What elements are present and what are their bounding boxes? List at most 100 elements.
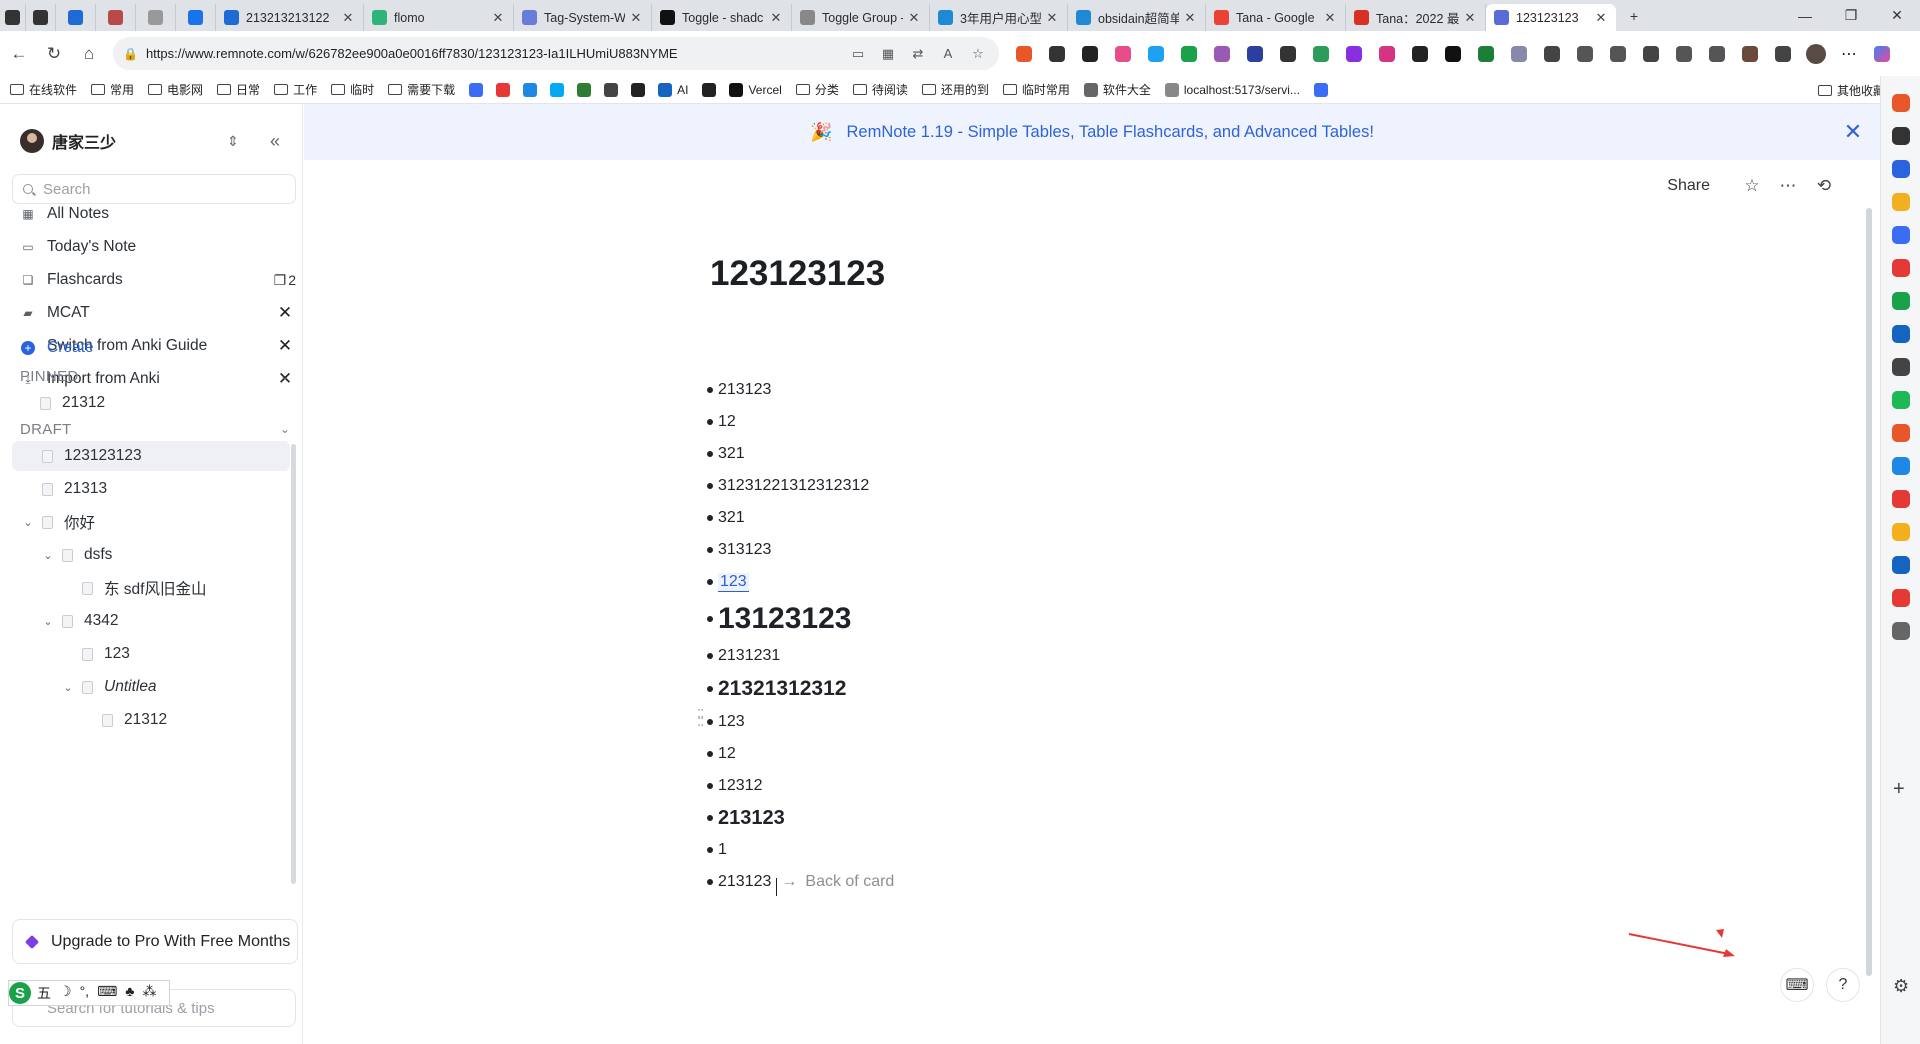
draft-doc[interactable]: 21312 — [12, 705, 290, 735]
block-text[interactable]: 1 — [718, 841, 727, 859]
tab-close-icon[interactable]: ✕ — [629, 10, 643, 26]
bookmark-link[interactable] — [577, 82, 596, 97]
star-icon[interactable]: ☆ — [1736, 176, 1768, 196]
extension-icon[interactable] — [1076, 40, 1104, 68]
bookmark-folder[interactable]: 工作 — [274, 81, 317, 98]
extension-icon[interactable] — [1571, 40, 1599, 68]
block-text[interactable]: 31231221312312312 — [718, 477, 869, 495]
bookmark-link[interactable] — [496, 82, 515, 97]
bookmark-folder[interactable]: 临时常用 — [1002, 81, 1070, 98]
tab-pinned-5[interactable] — [176, 4, 216, 31]
block-text[interactable]: 21321312312 — [718, 677, 846, 701]
list-item[interactable]: 2131231 — [707, 640, 780, 672]
ime-button[interactable]: °, — [80, 983, 90, 1003]
edge-sidebar-app-icon[interactable] — [1892, 193, 1910, 211]
bookmark-link[interactable] — [604, 82, 623, 97]
tab-close-icon[interactable]: ✕ — [1594, 10, 1608, 26]
restore-icon[interactable]: ❐ — [1828, 0, 1874, 31]
extension-icon[interactable] — [1307, 40, 1335, 68]
tab-213213213122[interactable]: 213213213122 ✕ — [216, 4, 364, 31]
ime-toolbar[interactable]: S 五 ☽ °, ⌨ ♣ ⁂ — [8, 980, 170, 1006]
tab-obsidain[interactable]: obsidain超简单 ✕ — [1068, 4, 1206, 31]
bookmark-link[interactable]: localhost:5173/servi... — [1164, 82, 1300, 97]
extension-icon[interactable] — [1406, 40, 1434, 68]
page-title[interactable]: 123123123 — [710, 254, 885, 294]
block-text[interactable]: 2131231 — [718, 647, 780, 665]
chevron-down-icon[interactable]: ⌄ — [274, 422, 296, 436]
tab-tag-system-wi[interactable]: Tag-System-Wi ✕ — [514, 4, 652, 31]
block-text[interactable]: 313123 — [718, 541, 771, 559]
bookmark-link[interactable] — [523, 82, 542, 97]
chevron-down-icon[interactable]: ⌄ — [40, 615, 56, 628]
bookmark-folder[interactable]: 电影网 — [148, 81, 203, 98]
bookmark-link[interactable]: AI — [658, 82, 688, 97]
translate-icon[interactable]: ⇄ — [907, 46, 929, 62]
bullet[interactable] — [707, 483, 713, 489]
extension-icon[interactable] — [1637, 40, 1665, 68]
back-of-card[interactable]: Back of card — [805, 873, 894, 891]
reload-icon[interactable]: ↻ — [38, 38, 70, 70]
bookmark-folder[interactable]: 日常 — [217, 81, 260, 98]
drag-handle-icon[interactable]: ⁚⁚ ⁚⁚ — [697, 708, 707, 728]
tab-pinned-3[interactable] — [96, 4, 136, 31]
tab-pinned-0[interactable] — [0, 4, 26, 31]
chevron-down-icon[interactable]: ⌄ — [274, 369, 296, 383]
bookmark-link[interactable] — [1313, 82, 1333, 97]
upgrade-button[interactable]: Upgrade to Pro With Free Months — [12, 919, 298, 964]
url-field[interactable]: 🔒 https://www.remnote.com/w/626782ee900a… — [113, 37, 999, 70]
block-text[interactable]: 213123 — [718, 873, 771, 891]
draft-doc[interactable]: ⌄ 4342 — [12, 606, 290, 636]
tab-3[interactable]: 3年用户用心型 ✕ — [930, 4, 1068, 31]
favorite-star-icon[interactable]: ☆ — [967, 46, 989, 62]
create-button[interactable]: + Create — [12, 333, 296, 363]
tab-close-icon[interactable]: ✕ — [1183, 10, 1197, 26]
tab-close-icon[interactable]: ✕ — [1463, 10, 1477, 26]
expand-toggle-icon[interactable]: ⇕ — [220, 133, 246, 150]
edge-sidebar-app-icon[interactable] — [1892, 523, 1910, 541]
bookmark-folder[interactable]: 待阅读 — [852, 81, 908, 98]
list-item[interactable]: 21321312312 — [707, 672, 846, 706]
tab-close-icon[interactable]: ✕ — [1045, 10, 1059, 26]
list-item[interactable]: 321 — [707, 502, 745, 534]
ime-button[interactable]: 五 — [37, 983, 51, 1003]
edge-sidebar-app-icon[interactable] — [1892, 457, 1910, 475]
extension-icon[interactable] — [1538, 40, 1566, 68]
bookmark-link[interactable] — [550, 82, 569, 97]
tab-close-icon[interactable]: ✕ — [907, 10, 921, 26]
profile-avatar[interactable] — [1802, 40, 1830, 68]
extension-icon[interactable] — [1736, 40, 1764, 68]
tab-tana-2022[interactable]: Tana：2022 最 ✕ — [1346, 4, 1486, 31]
bookmark-folder[interactable]: 分类 — [795, 81, 839, 98]
apps-icon[interactable]: ▦ — [877, 46, 899, 62]
bullet[interactable] — [707, 653, 713, 659]
block-text[interactable]: 213123 — [718, 381, 771, 399]
split-screen-icon[interactable]: ▭ — [847, 46, 869, 62]
edge-sidebar-app-icon[interactable] — [1892, 589, 1910, 607]
block-text[interactable]: 321 — [718, 509, 745, 527]
bullet[interactable] — [707, 783, 713, 789]
bookmark-folder[interactable]: 临时 — [331, 81, 374, 98]
bullet[interactable] — [707, 879, 713, 885]
bookmark-folder[interactable]: 需要下载 — [388, 81, 455, 98]
list-item[interactable]: 13123123 — [707, 598, 851, 640]
list-item[interactable]: 1 — [707, 834, 727, 866]
close-icon[interactable]: ✕ — [274, 303, 296, 323]
bookmark-folder[interactable]: 在线软件 — [10, 81, 77, 98]
list-item[interactable]: 12 — [707, 406, 736, 438]
sidebar-item-today-s-note[interactable]: ▭ Today's Note — [12, 232, 296, 262]
url-text[interactable]: https://www.remnote.com/w/626782ee900a0e… — [146, 46, 839, 61]
tab-close-icon[interactable]: ✕ — [341, 10, 355, 26]
settings-icon[interactable]: ⚙ — [1893, 976, 1909, 997]
bullet[interactable] — [707, 751, 713, 757]
bullet[interactable] — [707, 451, 713, 457]
edge-sidebar-app-icon[interactable] — [1892, 391, 1910, 409]
banner-text[interactable]: RemNote 1.19 - Simple Tables, Table Flas… — [847, 123, 1374, 142]
list-item[interactable]: 213123 — [707, 802, 785, 834]
collapse-sidebar-icon[interactable]: « — [260, 131, 290, 152]
ime-button[interactable]: ⁂ — [142, 983, 156, 1003]
tab-123123123[interactable]: 123123123 ✕ — [1486, 4, 1616, 31]
main-scrollbar[interactable] — [1866, 208, 1872, 976]
extension-icon[interactable] — [1109, 40, 1137, 68]
edge-sidebar-app-icon[interactable] — [1892, 226, 1910, 244]
close-icon[interactable]: ✕ — [1840, 119, 1866, 145]
